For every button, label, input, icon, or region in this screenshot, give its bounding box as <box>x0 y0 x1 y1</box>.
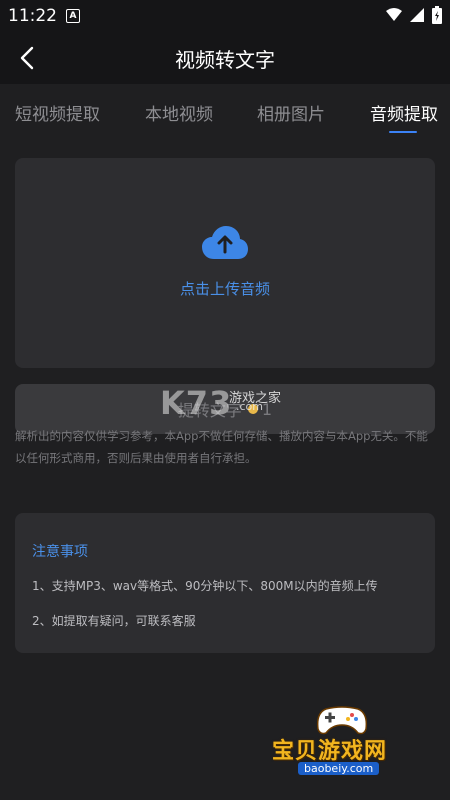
watermark-logo: K73 <box>160 384 233 422</box>
bottom-watermark: 宝贝游戏网 baobeiy.com <box>272 705 442 785</box>
tab-audio-extract[interactable]: 音频提取 <box>370 100 438 125</box>
wifi-icon <box>386 8 402 21</box>
cloud-upload-icon <box>202 226 248 259</box>
note-item: 1、支持MP3、wav等格式、90分钟以下、800M以内的音频上传 <box>32 579 378 593</box>
upload-audio-label: 点击上传音频 <box>179 280 270 298</box>
watermark-domain: .com <box>236 400 263 413</box>
signal-icon <box>410 8 424 22</box>
status-bar: 11:22 A <box>0 0 450 32</box>
status-icons <box>386 6 442 24</box>
bottom-watermark-title: 宝贝游戏网 <box>272 739 388 764</box>
upload-audio-area[interactable]: 点击上传音频 <box>15 158 435 368</box>
notes-title: 注意事项 <box>32 544 88 560</box>
tab-local-video[interactable]: 本地视频 <box>145 100 213 125</box>
tab-active-indicator <box>389 131 417 133</box>
bottom-watermark-url: baobeiy.com <box>298 762 380 775</box>
battery-icon <box>432 6 442 24</box>
disclaimer-text: 解析出的内容仅供学习参考，本App不做任何存储、播放内容与本App无关。不能以任… <box>15 429 428 465</box>
tab-short-video[interactable]: 短视频提取 <box>15 100 100 125</box>
notification-icon: A <box>66 9 80 23</box>
notes-card: 注意事项 1、支持MP3、wav等格式、90分钟以下、800M以内的音频上传 2… <box>15 513 435 653</box>
status-time: 11:22 <box>8 6 57 26</box>
note-item: 2、如提取有疑问，可联系客服 <box>32 614 196 628</box>
tab-bar: 短视频提取 本地视频 相册图片 音频提取 <box>0 96 450 136</box>
page-title: 视频转文字 <box>175 48 275 72</box>
app-header: 视频转文字 <box>0 32 450 84</box>
tab-album-images[interactable]: 相册图片 <box>257 100 325 125</box>
